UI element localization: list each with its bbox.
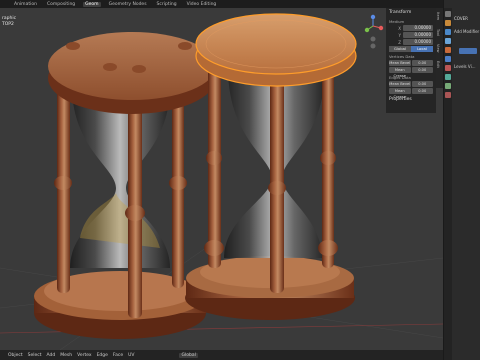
mean-bevel-field[interactable]: 0.00 (411, 60, 433, 66)
edge-mean-crease-label: Mean Crease (389, 88, 411, 99)
sidebar-tab-tool[interactable]: Tool (436, 24, 440, 40)
median-label: Medium (389, 19, 405, 24)
tab-video-editing[interactable]: Video Editing (185, 2, 219, 7)
edge-bevel-row: Mean Bevel 0.00 (389, 81, 433, 87)
y-field[interactable]: 0.00000 (403, 32, 433, 38)
vertex-bevel-row: Mean Bevel 0.00 (389, 60, 433, 66)
median-x-row: X 0.00000 (389, 25, 433, 31)
edge-mean-bevel-label: Mean Bevel (389, 81, 411, 87)
mean-crease-label: Mean Crease (389, 67, 411, 78)
viewport-header-bar: Object Select Add Mesh Vertex Edge Face … (0, 350, 443, 360)
menu-uv[interactable]: UV (128, 353, 134, 358)
levels-viewport-label: Levels Vi... (454, 64, 476, 69)
edge-mean-bevel-field[interactable]: 0.00 (411, 81, 433, 87)
viewport-render (0, 13, 443, 350)
tab-scripting[interactable]: Scripting (155, 2, 179, 7)
sidebar-tab-item[interactable]: Item (436, 8, 440, 24)
orientation-dropdown[interactable]: Global (179, 352, 198, 358)
tab-animation[interactable]: Animation (12, 2, 39, 7)
menu-mesh[interactable]: Mesh (60, 353, 72, 358)
global-button[interactable]: Global (389, 46, 411, 52)
menu-face[interactable]: Face (113, 353, 123, 358)
material-tab-icon[interactable] (445, 92, 451, 98)
scene-tab-icon[interactable] (445, 38, 451, 44)
mean-crease-field[interactable]: 0.00 (411, 67, 433, 73)
object-name: COVER (454, 16, 468, 21)
viewport-object-label: TOP2 (2, 22, 14, 27)
workspace-tabs-bar: Animation Compositing Geom Geometry Node… (0, 0, 480, 8)
edge-crease-row: Mean Crease 0.00 (389, 88, 433, 99)
sidebar-tab-edit[interactable]: Edit (436, 56, 440, 72)
local-button[interactable]: Local (411, 46, 433, 52)
x-label: X (398, 25, 401, 31)
render-tab-icon[interactable] (445, 20, 451, 26)
pan-icon (370, 43, 376, 49)
tab-geom[interactable]: Geom (83, 1, 101, 7)
z-label: Z (398, 39, 401, 45)
properties-header[interactable]: Properties (386, 95, 436, 104)
edge-mean-crease-field[interactable]: 0.00 (411, 88, 433, 94)
mean-bevel-label: Mean Bevel (389, 60, 411, 66)
transform-header[interactable]: Transform (386, 8, 436, 17)
output-tab-icon[interactable] (445, 29, 451, 35)
menu-edge[interactable]: Edge (97, 353, 108, 358)
particles-tab-icon[interactable] (445, 65, 451, 71)
menu-vertex[interactable]: Vertex (77, 353, 91, 358)
z-field[interactable]: 0.00000 (403, 39, 433, 45)
vertex-crease-row: Mean Crease 0.00 (389, 67, 433, 78)
edges-data-label: Edges Data (389, 75, 411, 80)
viewport-view-label: raphic (2, 16, 17, 21)
sidebar-tab-view[interactable]: View (436, 40, 440, 56)
properties-editor: COVER Add Modifier Levels Vi... (443, 0, 480, 360)
tool-tab-icon[interactable] (445, 11, 451, 17)
data-tab-icon[interactable] (445, 83, 451, 89)
space-toggle: Global Local (389, 46, 433, 52)
median-y-row: Y 0.00000 (389, 32, 433, 38)
y-label: Y (398, 32, 401, 38)
object-tab-icon[interactable] (445, 47, 451, 53)
menu-select[interactable]: Select (28, 353, 42, 358)
modifier-tab-icon[interactable] (445, 56, 451, 62)
x-field[interactable]: 0.00000 (403, 25, 433, 31)
sidebar-tabs: Item Tool View Edit (436, 8, 443, 88)
zoom-icon (370, 36, 376, 42)
physics-tab-icon[interactable] (445, 74, 451, 80)
tab-geometry-nodes[interactable]: Geometry Nodes (107, 2, 149, 7)
active-modifier-chip[interactable] (459, 48, 477, 54)
median-z-row: Z 0.00000 (389, 39, 433, 45)
3d-viewport[interactable]: raphic TOP2 (0, 8, 443, 350)
navigation-gizmo[interactable] (362, 14, 384, 50)
menu-object[interactable]: Object (8, 353, 23, 358)
vertices-data-label: Vertices Data (389, 54, 415, 59)
menu-add[interactable]: Add (47, 353, 56, 358)
properties-tab-column (444, 8, 452, 360)
sidebar-n-panel: Transform Medium X 0.00000 Y 0.00000 Z 0… (386, 8, 436, 113)
hourglass-right (185, 13, 357, 320)
add-modifier-button[interactable]: Add Modifier (454, 29, 479, 34)
tab-compositing[interactable]: Compositing (45, 2, 77, 7)
